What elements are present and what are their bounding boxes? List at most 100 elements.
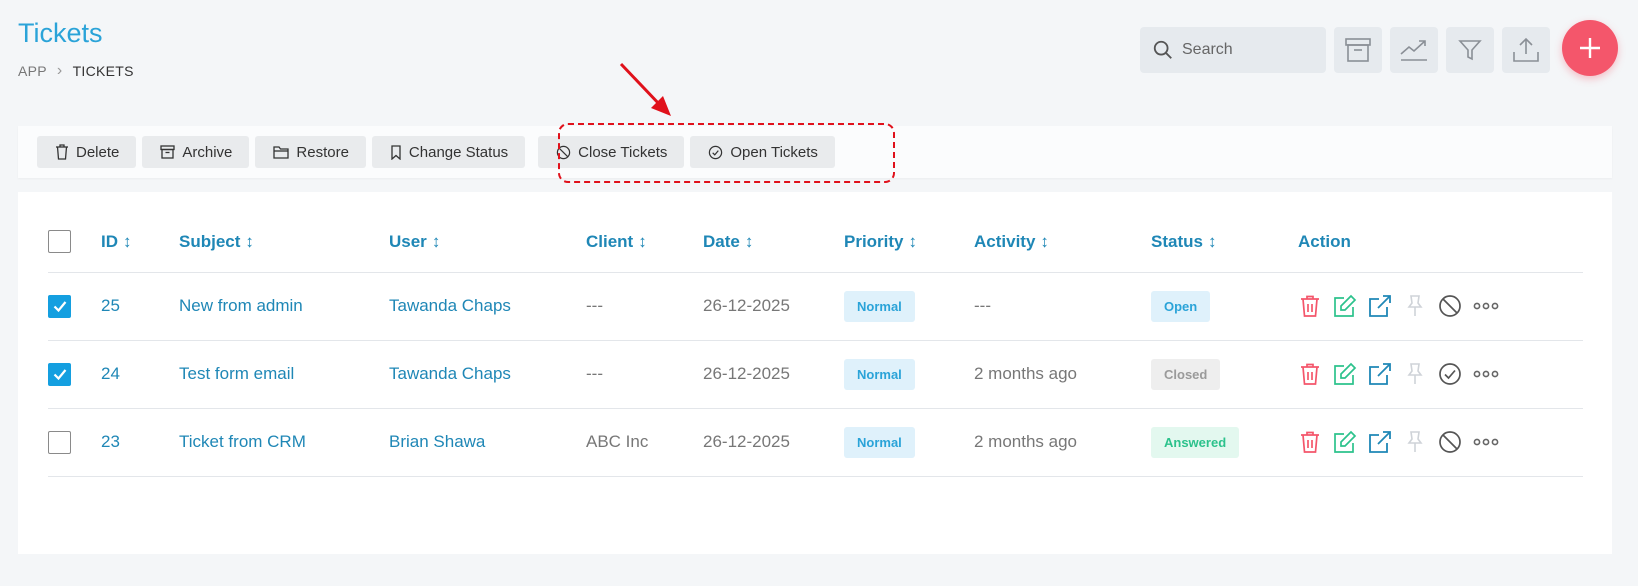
annotation-highlight-bulk: [558, 123, 895, 183]
header-id-label: ID: [101, 231, 118, 251]
toggle-status-slot[interactable]: [1438, 362, 1462, 386]
edit-icon[interactable]: [1333, 362, 1357, 386]
status-badge: Closed: [1151, 358, 1221, 390]
header-status-label: Status: [1151, 231, 1203, 251]
more-icon[interactable]: [1473, 302, 1499, 310]
edit-icon[interactable]: [1333, 294, 1357, 318]
header-client[interactable]: Client ↕: [586, 212, 703, 273]
row-client: ---: [586, 272, 703, 341]
chart-button[interactable]: [1390, 27, 1438, 73]
trash-icon[interactable]: [1298, 430, 1322, 454]
row-priority-cell: Normal: [844, 340, 974, 409]
archive-bulk-button[interactable]: Archive: [142, 136, 250, 168]
pin-icon[interactable]: [1403, 430, 1427, 454]
row-checkbox[interactable]: [48, 362, 71, 386]
row-subject[interactable]: Ticket from CRM: [179, 408, 389, 477]
search-input[interactable]: [1182, 41, 1312, 59]
row-checkbox[interactable]: [48, 294, 71, 318]
sort-icon: ↕: [1040, 231, 1049, 251]
row-user[interactable]: Brian Shawa: [389, 408, 586, 477]
header-activity[interactable]: Activity ↕: [974, 212, 1151, 273]
row-date: 26-12-2025: [703, 408, 844, 477]
select-all-checkbox[interactable]: [48, 230, 71, 254]
external-link-icon[interactable]: [1368, 430, 1392, 454]
row-user[interactable]: Tawanda Chaps: [389, 340, 586, 409]
header-priority[interactable]: Priority ↕: [844, 212, 974, 273]
header-user[interactable]: User ↕: [389, 212, 586, 273]
header-id[interactable]: ID ↕: [101, 212, 179, 273]
export-button[interactable]: [1502, 27, 1550, 73]
sort-icon: ↕: [123, 231, 132, 251]
ban-icon[interactable]: [1438, 430, 1462, 454]
priority-badge: Normal: [844, 290, 915, 322]
archive-button[interactable]: [1334, 27, 1382, 73]
row-activity: ---: [974, 272, 1151, 341]
row-subject[interactable]: New from admin: [179, 272, 389, 341]
sort-icon: ↕: [1207, 231, 1217, 251]
row-status-cell: Closed: [1151, 340, 1298, 409]
top-toolbar: [1140, 20, 1618, 76]
row-status-cell: Answered: [1151, 408, 1298, 477]
breadcrumb-tickets: TICKETS: [72, 63, 134, 79]
header-action: Action: [1298, 212, 1583, 273]
table-row[interactable]: 25 New from admin Tawanda Chaps --- 26-1…: [48, 272, 1583, 341]
tickets-card: ID ↕ Subject ↕ User ↕ Client ↕ Date ↕ Priorit…: [18, 192, 1612, 554]
filter-button[interactable]: [1446, 27, 1494, 73]
archive-icon: [160, 145, 176, 159]
priority-badge: Normal: [844, 426, 915, 458]
breadcrumb-app[interactable]: APP: [18, 63, 47, 79]
toggle-status-slot[interactable]: [1438, 430, 1462, 454]
external-link-icon[interactable]: [1368, 362, 1392, 386]
header-date[interactable]: Date ↕: [703, 212, 844, 273]
ban-icon[interactable]: [1438, 294, 1462, 318]
header-activity-label: Activity: [974, 231, 1036, 251]
folder-icon: [273, 146, 290, 159]
more-icon[interactable]: [1473, 370, 1499, 378]
sort-icon: ↕: [431, 231, 441, 251]
header-subject[interactable]: Subject ↕: [179, 212, 389, 273]
header-select-all[interactable]: [48, 212, 101, 273]
restore-button[interactable]: Restore: [255, 136, 366, 168]
row-subject[interactable]: Test form email: [179, 340, 389, 409]
sort-icon: ↕: [908, 231, 918, 251]
trash-icon[interactable]: [1298, 362, 1322, 386]
row-client: ABC Inc: [586, 408, 703, 477]
pin-icon[interactable]: [1403, 294, 1427, 318]
row-checkbox[interactable]: [48, 430, 71, 454]
row-date: 26-12-2025: [703, 272, 844, 341]
header-client-label: Client: [586, 231, 634, 251]
status-badge: Open: [1151, 290, 1211, 322]
tickets-table: ID ↕ Subject ↕ User ↕ Client ↕ Date ↕ Priorit…: [48, 212, 1583, 477]
pin-icon[interactable]: [1403, 362, 1427, 386]
check-circle-icon[interactable]: [1438, 362, 1462, 386]
table-row[interactable]: 24 Test form email Tawanda Chaps --- 26-…: [48, 340, 1583, 409]
trash-icon: [56, 144, 68, 160]
breadcrumb: APP › TICKETS: [18, 62, 134, 80]
change-status-button[interactable]: Change Status: [371, 136, 526, 168]
delete-label: Delete: [76, 143, 120, 161]
row-select-cell: [48, 340, 101, 409]
edit-icon[interactable]: [1333, 430, 1357, 454]
external-link-icon[interactable]: [1368, 294, 1392, 318]
row-actions: [1298, 272, 1583, 341]
header-subject-label: Subject: [179, 231, 241, 251]
chart-icon: [1400, 40, 1427, 61]
annotation-arrow-top: [619, 62, 671, 116]
add-ticket-button[interactable]: [1562, 20, 1618, 76]
row-id[interactable]: 25: [101, 272, 179, 341]
header-status[interactable]: Status ↕: [1151, 212, 1298, 273]
filter-icon: [1458, 40, 1482, 61]
delete-button[interactable]: Delete: [37, 136, 137, 168]
bookmark-icon: [391, 144, 401, 160]
search-box[interactable]: [1140, 27, 1326, 73]
trash-icon[interactable]: [1298, 294, 1322, 318]
table-row[interactable]: 23 Ticket from CRM Brian Shawa ABC Inc 2…: [48, 408, 1583, 477]
row-user[interactable]: Tawanda Chaps: [389, 272, 586, 341]
row-id[interactable]: 24: [101, 340, 179, 409]
change-status-label: Change Status: [408, 143, 509, 161]
header-priority-label: Priority: [844, 231, 904, 251]
toggle-status-slot[interactable]: [1438, 294, 1462, 318]
more-icon[interactable]: [1473, 438, 1499, 446]
row-id[interactable]: 23: [101, 408, 179, 477]
row-client: ---: [586, 340, 703, 409]
